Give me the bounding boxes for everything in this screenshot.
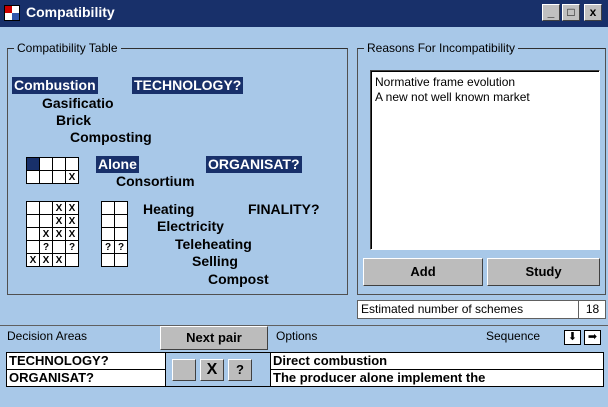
minimize-button[interactable]: _ — [542, 4, 560, 21]
compat-cell[interactable] — [26, 201, 40, 215]
estimate-box: Estimated number of schemes 18 — [357, 300, 606, 319]
compat-cell[interactable] — [65, 157, 79, 171]
compat-cell[interactable]: X — [52, 253, 66, 267]
next-pair-button[interactable]: Next pair — [160, 326, 268, 350]
compat-cell[interactable]: X — [65, 201, 79, 215]
incompatible-button[interactable]: X — [200, 359, 224, 381]
app-icon — [4, 5, 20, 21]
organisat-selected-option[interactable]: Alone — [96, 156, 139, 173]
decision-area-cell[interactable]: ORGANISAT? — [6, 369, 166, 387]
compat-cell[interactable]: X — [52, 214, 66, 228]
compat-cell[interactable] — [26, 240, 40, 254]
compat-cell[interactable]: X — [39, 253, 53, 267]
finality-option[interactable]: Heating — [143, 201, 194, 218]
decision-area-cell[interactable]: TECHNOLOGY? — [6, 352, 166, 370]
finality-question[interactable]: FINALITY? — [248, 201, 320, 218]
add-button[interactable]: Add — [363, 258, 483, 286]
compatible-button[interactable] — [172, 359, 196, 381]
question-icon: ? — [236, 362, 244, 377]
option-cell[interactable]: The producer alone implement the — [270, 369, 604, 387]
compat-cell[interactable]: X — [26, 253, 40, 267]
compat-cell[interactable] — [65, 253, 79, 267]
reasons-list[interactable]: Normative frame evolution A new not well… — [370, 70, 600, 250]
compatibility-table-legend: Compatibility Table — [14, 41, 121, 55]
study-button[interactable]: Study — [487, 258, 600, 286]
compat-grid-technology-organisat[interactable]: X — [26, 157, 79, 184]
compat-cell[interactable]: X — [65, 170, 79, 184]
compat-cell[interactable] — [39, 170, 53, 184]
finality-option[interactable]: Selling — [192, 253, 238, 270]
compat-cell[interactable]: X — [39, 227, 53, 241]
compat-cell[interactable] — [114, 214, 128, 228]
compat-cell[interactable]: ? — [114, 240, 128, 254]
technology-selected-option[interactable]: Combustion — [12, 77, 98, 94]
compat-cell[interactable]: ? — [101, 240, 115, 254]
compat-cell[interactable]: X — [65, 227, 79, 241]
compat-cell[interactable]: X — [52, 227, 66, 241]
organisat-question[interactable]: ORGANISAT? — [206, 156, 302, 173]
technology-option[interactable]: Brick — [56, 112, 91, 129]
technology-question[interactable]: TECHNOLOGY? — [132, 77, 244, 94]
x-icon: X — [206, 361, 218, 378]
estimate-label: Estimated number of schemes — [358, 301, 579, 318]
compat-cell[interactable] — [26, 227, 40, 241]
compat-cell[interactable] — [101, 253, 115, 267]
compat-cell[interactable] — [39, 201, 53, 215]
close-button[interactable]: x — [584, 4, 602, 21]
window-title: Compatibility — [26, 4, 115, 20]
compat-cell[interactable] — [52, 157, 66, 171]
sequence-label: Sequence — [486, 329, 541, 343]
compat-cell[interactable] — [101, 227, 115, 241]
compat-cell[interactable] — [26, 214, 40, 228]
arrow-right-icon: ➡ — [587, 331, 598, 343]
compatibility-window: Compatibility _ □ x Compatibility Table … — [0, 0, 608, 407]
reasons-legend: Reasons For Incompatibility — [364, 41, 519, 55]
unknown-button[interactable]: ? — [228, 359, 252, 381]
technology-option[interactable]: Gasificatio — [42, 95, 114, 112]
option-cell[interactable]: Direct combustion — [270, 352, 604, 370]
decision-areas-label: Decision Areas — [7, 329, 88, 343]
compat-cell[interactable] — [114, 253, 128, 267]
compat-cell[interactable] — [26, 157, 40, 171]
maximize-button[interactable]: □ — [562, 4, 580, 21]
compat-cell[interactable] — [114, 201, 128, 215]
finality-option[interactable]: Teleheating — [175, 236, 252, 253]
compat-cell[interactable] — [101, 214, 115, 228]
sequence-down-button[interactable]: ⬇ — [564, 330, 581, 345]
compat-cell[interactable]: X — [52, 201, 66, 215]
compat-cell[interactable] — [39, 214, 53, 228]
compat-cell[interactable]: ? — [39, 240, 53, 254]
compat-cell[interactable]: ? — [65, 240, 79, 254]
compat-cell[interactable] — [114, 227, 128, 241]
compat-grid-organisat-finality[interactable]: ?? — [101, 201, 128, 267]
compat-cell[interactable]: X — [65, 214, 79, 228]
compat-cell[interactable] — [26, 170, 40, 184]
compat-cell[interactable] — [101, 201, 115, 215]
arrow-down-icon: ⬇ — [567, 331, 578, 343]
reason-item[interactable]: Normative frame evolution — [375, 75, 595, 90]
decision-panel: Decision Areas Next pair Options Sequenc… — [0, 325, 608, 407]
compat-cell[interactable] — [39, 157, 53, 171]
compat-cell[interactable] — [52, 170, 66, 184]
reason-item[interactable]: A new not well known market — [375, 90, 595, 105]
compat-cell[interactable] — [52, 240, 66, 254]
sequence-right-button[interactable]: ➡ — [584, 330, 601, 345]
title-bar[interactable]: Compatibility _ □ x — [0, 0, 608, 27]
estimate-value: 18 — [585, 302, 600, 316]
finality-option[interactable]: Electricity — [157, 218, 224, 235]
finality-option[interactable]: Compost — [208, 271, 269, 288]
compat-grid-technology-finality[interactable]: X X X X X X X?? X X X — [26, 201, 79, 267]
technology-option[interactable]: Composting — [70, 129, 152, 146]
organisat-option[interactable]: Consortium — [116, 173, 195, 190]
options-label: Options — [276, 329, 318, 343]
